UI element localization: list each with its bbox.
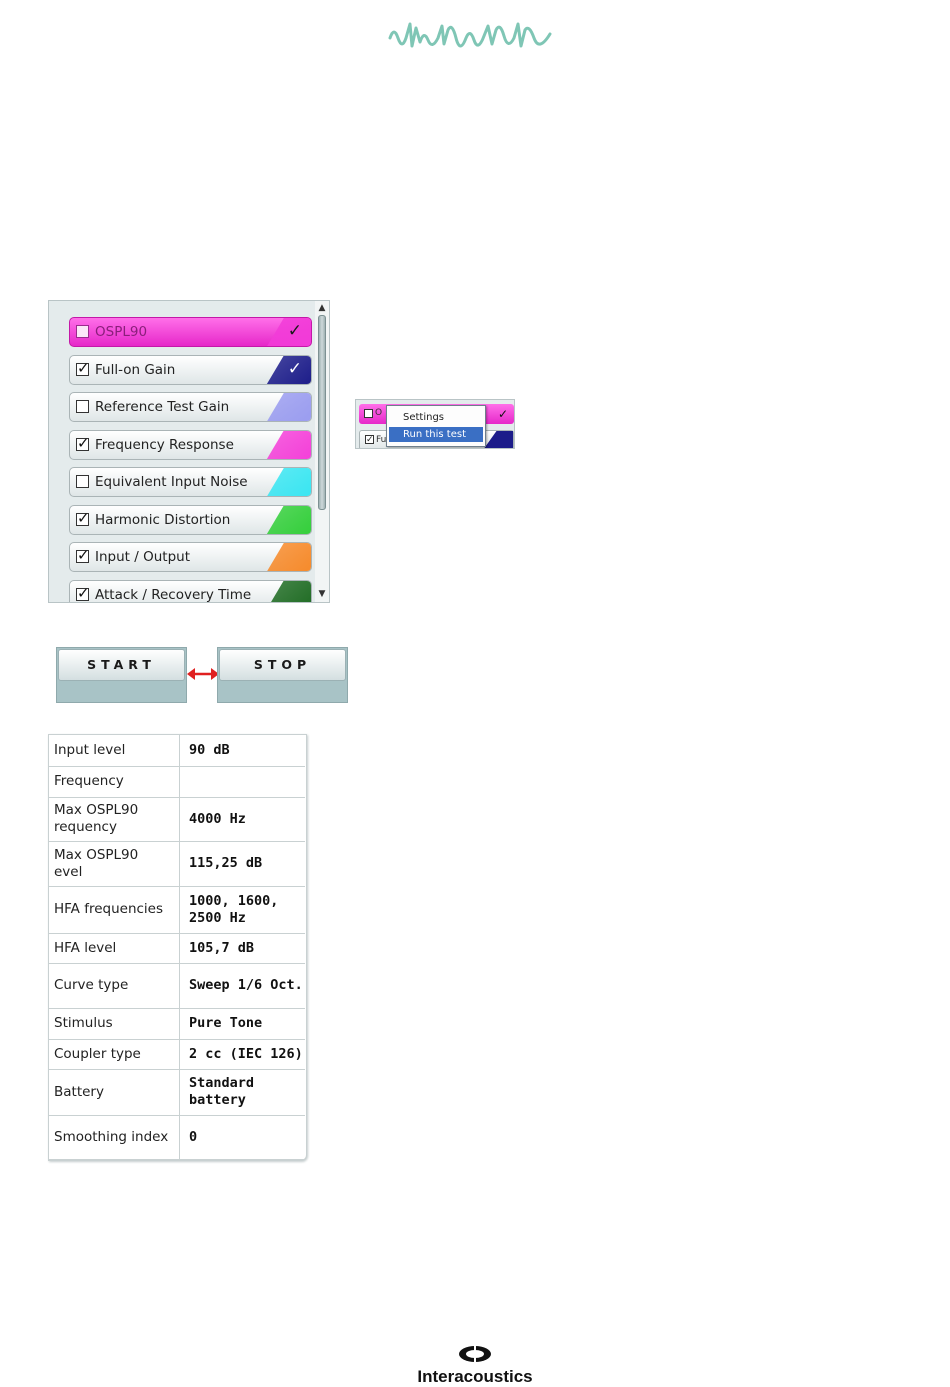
- result-value: 90 dB: [179, 735, 305, 767]
- test-item[interactable]: ✓ Harmonic Distortion: [69, 504, 312, 535]
- checkmark-icon: ✓: [77, 583, 90, 602]
- test-item-label: Full-on Gain: [95, 361, 176, 378]
- test-checkbox[interactable]: [76, 325, 89, 338]
- test-checkbox[interactable]: ✓: [76, 546, 90, 564]
- start-button-group: START: [56, 647, 187, 703]
- result-row: Input level 90 dB: [49, 735, 305, 767]
- test-item[interactable]: ✓ Attack / Recovery Time: [69, 579, 312, 603]
- brand-name: Interacoustics: [417, 1367, 533, 1386]
- context-menu: Settings Run this test: [386, 405, 486, 447]
- result-key: Stimulus: [49, 1008, 180, 1040]
- checkmark-icon: ✓: [77, 433, 90, 452]
- test-checkbox[interactable]: ✓: [76, 509, 90, 527]
- result-key: Coupler type: [49, 1039, 180, 1070]
- result-row: Frequency: [49, 766, 305, 798]
- checkbox[interactable]: ✓: [365, 435, 374, 445]
- result-value: [179, 766, 305, 798]
- test-item[interactable]: ✓ Frequency Response: [69, 429, 312, 460]
- test-item[interactable]: ✓ Full-on Gain ✓: [69, 354, 312, 385]
- result-value: 1000, 1600, 2500 Hz: [179, 886, 305, 934]
- menu-item-run-this-test[interactable]: Run this test: [389, 427, 483, 442]
- checkmark-icon: ✓: [77, 358, 90, 377]
- start-button[interactable]: START: [58, 649, 185, 681]
- test-color-swatch: [266, 580, 311, 602]
- test-color-swatch: [266, 543, 311, 571]
- done-check-icon: ✓: [497, 407, 508, 421]
- result-key: HFA frequencies: [49, 886, 180, 934]
- brand-logo: Interacoustics: [398, 1345, 552, 1386]
- stop-button[interactable]: STOP: [219, 649, 346, 681]
- result-row: Coupler type 2 cc (IEC 126): [49, 1039, 305, 1070]
- interacoustics-logo-icon: [459, 1345, 491, 1363]
- result-key: HFA level: [49, 933, 180, 964]
- context-menu-example: O ✓ ✓ Fu Settings Run this test: [355, 399, 515, 449]
- test-done-check-icon: ✓: [287, 321, 302, 341]
- result-key: Max OSPL90 evel: [49, 841, 180, 887]
- result-value: Sweep 1/6 Oct.: [179, 963, 305, 1009]
- test-done-check-icon: ✓: [287, 358, 302, 379]
- result-row: Battery Standard battery: [49, 1069, 305, 1116]
- checkbox[interactable]: [364, 409, 373, 418]
- context-row-label: O: [375, 408, 383, 418]
- test-item[interactable]: Equivalent Input Noise: [69, 467, 312, 497]
- context-row-label: Fu: [376, 435, 387, 445]
- test-list-scrollbar[interactable]: ▲ ▼: [315, 301, 329, 602]
- scroll-up-icon[interactable]: ▲: [317, 303, 327, 313]
- result-key: Curve type: [49, 963, 180, 1009]
- scroll-down-icon[interactable]: ▼: [317, 589, 327, 599]
- test-item-label: Attack / Recovery Time: [95, 586, 252, 603]
- result-value: 115,25 dB: [179, 841, 305, 887]
- color-swatch: [483, 431, 513, 448]
- test-checkbox[interactable]: ✓: [76, 434, 90, 452]
- test-item[interactable]: ✓ Input / Output: [69, 542, 312, 572]
- result-row: Max OSPL90 evel 115,25 dB: [49, 841, 305, 887]
- result-key: Smoothing index: [49, 1115, 180, 1160]
- test-checkbox[interactable]: [76, 475, 89, 488]
- result-value: 4000 Hz: [179, 797, 305, 842]
- test-item-label: Frequency Response: [95, 436, 234, 453]
- result-key: Battery: [49, 1069, 180, 1116]
- test-checkbox[interactable]: ✓: [76, 359, 90, 377]
- test-item-label: Reference Test Gain: [95, 399, 230, 415]
- waveform-logo-icon: [388, 22, 552, 48]
- result-row: Max OSPL90 requency 4000 Hz: [49, 797, 305, 842]
- test-color-swatch: [266, 468, 311, 496]
- result-key: Frequency: [49, 766, 180, 798]
- result-row: HFA frequencies 1000, 1600, 2500 Hz: [49, 886, 305, 934]
- test-checkbox[interactable]: ✓: [76, 584, 90, 602]
- test-item-label: Input / Output: [95, 549, 190, 565]
- test-item[interactable]: Reference Test Gain: [69, 392, 312, 422]
- result-row: HFA level 105,7 dB: [49, 933, 305, 964]
- test-color-swatch: [266, 505, 311, 534]
- test-color-swatch: [266, 430, 311, 459]
- result-key: Input level: [49, 735, 180, 767]
- test-checkbox[interactable]: [76, 400, 89, 413]
- result-row: Stimulus Pure Tone: [49, 1008, 305, 1040]
- double-arrow-icon: [187, 668, 219, 680]
- result-row: Smoothing index 0: [49, 1115, 305, 1160]
- test-item-label: Harmonic Distortion: [95, 511, 231, 528]
- test-list-panel: OSPL90 ✓ ✓ Full-on Gain ✓ Reference Test Gain…: [48, 300, 330, 603]
- result-value: Standard battery: [179, 1069, 305, 1116]
- result-value: 105,7 dB: [179, 933, 305, 964]
- scrollbar-thumb[interactable]: [318, 315, 326, 510]
- result-value: 0: [179, 1115, 305, 1160]
- checkmark-icon: ✓: [77, 508, 90, 527]
- menu-item-settings[interactable]: Settings: [389, 410, 483, 425]
- result-value: Pure Tone: [179, 1008, 305, 1040]
- result-key: Max OSPL90 requency: [49, 797, 180, 842]
- test-item-label: OSPL90: [95, 324, 148, 340]
- test-item[interactable]: OSPL90 ✓: [69, 317, 312, 347]
- stop-button-group: STOP: [217, 647, 348, 703]
- result-value: 2 cc (IEC 126): [179, 1039, 305, 1070]
- test-color-swatch: [266, 393, 311, 421]
- checkmark-icon: ✓: [77, 546, 90, 564]
- result-row: Curve type Sweep 1/6 Oct.: [49, 963, 305, 1009]
- results-table: Input level 90 dB Frequency Max OSPL90 requ…: [48, 734, 307, 1161]
- test-item-label: Equivalent Input Noise: [95, 474, 248, 490]
